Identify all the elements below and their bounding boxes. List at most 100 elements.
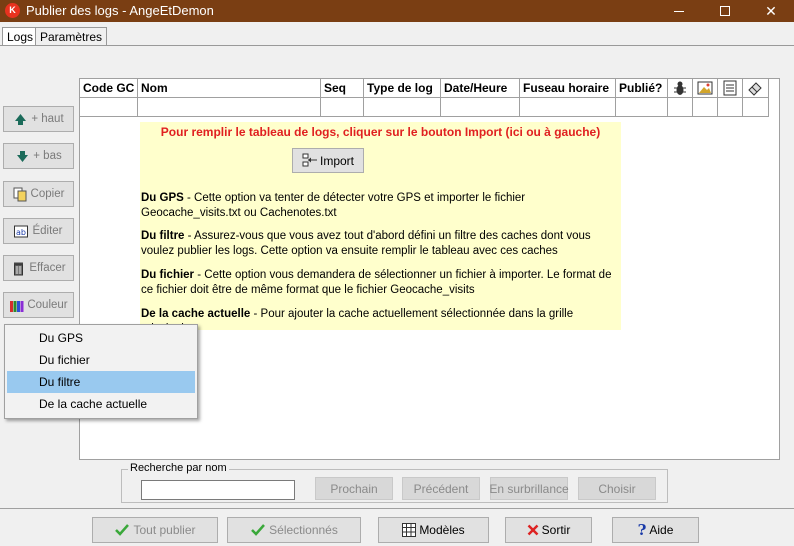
edit-label: Éditer: [32, 225, 63, 237]
color-label: Couleur: [27, 299, 68, 311]
footer-divider: [0, 508, 794, 509]
publish-all-button[interactable]: Tout publier: [92, 517, 218, 543]
maximize-button[interactable]: [702, 0, 748, 22]
templates-button[interactable]: Modèles: [378, 517, 489, 543]
delete-button[interactable]: Effacer: [3, 255, 74, 281]
menu-item-du-filtre[interactable]: Du filtre: [7, 371, 195, 393]
highlight-button[interactable]: En surbrillance: [489, 477, 569, 500]
table-cell[interactable]: [693, 98, 718, 117]
help-label: Aide: [649, 523, 674, 537]
notepad-icon: [723, 80, 737, 96]
column-date-heure[interactable]: Date/Heure: [441, 79, 520, 98]
filter-option-title: Du filtre: [141, 230, 185, 242]
exit-button[interactable]: Sortir: [505, 517, 592, 543]
file-option-text: - Cette option vous demandera de sélecti…: [141, 269, 612, 296]
table-cell[interactable]: [441, 98, 520, 117]
publish-selected-label: Sélectionnés: [269, 523, 338, 537]
table-cell[interactable]: [138, 98, 321, 117]
column-type-de-log[interactable]: Type de log: [364, 79, 441, 98]
move-up-button[interactable]: + haut: [3, 106, 74, 132]
arrow-down-icon: [17, 150, 29, 162]
minimize-icon: [674, 10, 684, 12]
column-nom[interactable]: Nom: [138, 79, 321, 98]
column-eraser[interactable]: [743, 79, 769, 98]
column-code-gc[interactable]: Code GC: [80, 79, 138, 98]
arrow-up-icon: [15, 113, 27, 125]
column-image[interactable]: [693, 79, 718, 98]
grid-icon: [402, 523, 417, 537]
minimize-button[interactable]: [656, 0, 702, 22]
search-legend: Recherche par nom: [128, 462, 229, 474]
red-x-icon: [527, 524, 539, 536]
window-title: Publier des logs - AngeEtDemon: [26, 3, 214, 18]
move-down-button[interactable]: + bas: [3, 143, 74, 169]
eraser-icon: [748, 82, 762, 96]
table-cell[interactable]: [743, 98, 769, 117]
publish-selected-button[interactable]: Sélectionnés: [227, 517, 361, 543]
table-cell[interactable]: [616, 98, 668, 117]
menu-item-du-fichier[interactable]: Du fichier: [7, 349, 195, 371]
delete-label: Effacer: [29, 262, 66, 274]
table-cell[interactable]: [80, 98, 138, 117]
move-down-label: + bas: [33, 150, 62, 162]
color-button[interactable]: Couleur: [3, 292, 74, 318]
current-cache-option-description: De la cache actuelle - Pour ajouter la c…: [141, 307, 619, 337]
edit-button[interactable]: ab Éditer: [3, 218, 74, 244]
import-button[interactable]: Import: [292, 148, 364, 173]
app-icon: K: [5, 3, 20, 18]
import-label: Import: [319, 153, 354, 168]
choose-button[interactable]: Choisir: [578, 477, 656, 500]
help-button[interactable]: ? Aide: [612, 517, 699, 543]
filter-option-text: - Assurez-vous que vous avez tout d'abor…: [141, 230, 591, 257]
table-row[interactable]: [80, 98, 769, 117]
exit-label: Sortir: [541, 523, 571, 537]
file-option-description: Du fichier - Cette option vous demandera…: [141, 268, 619, 298]
gps-option-text: - Cette option va tenter de détecter vot…: [141, 192, 526, 219]
column-notes[interactable]: [718, 79, 743, 98]
import-icon: [302, 153, 317, 167]
next-button[interactable]: Prochain: [315, 477, 393, 500]
copy-icon: [13, 187, 27, 201]
tab-divider: [0, 45, 794, 46]
checkmark-icon: [251, 524, 266, 536]
current-cache-option-title: De la cache actuelle: [141, 308, 251, 320]
table-cell[interactable]: [668, 98, 693, 117]
publish-all-label: Tout publier: [133, 523, 196, 537]
table-cell[interactable]: [364, 98, 441, 117]
table-cell[interactable]: [718, 98, 743, 117]
column-publie[interactable]: Publié?: [616, 79, 668, 98]
file-option-title: Du fichier: [141, 269, 195, 281]
crayons-icon: [10, 300, 24, 312]
menu-item-du-gps[interactable]: Du GPS: [7, 327, 195, 349]
instructions-title: Pour remplir le tableau de logs, cliquer…: [160, 125, 601, 139]
checkmark-icon: [115, 524, 130, 536]
column-fuseau-horaire[interactable]: Fuseau horaire: [520, 79, 616, 98]
gps-option-title: Du GPS: [141, 192, 184, 204]
column-bug[interactable]: [668, 79, 693, 98]
tab-logs[interactable]: Logs: [2, 27, 39, 45]
tab-parametres[interactable]: Paramètres: [35, 27, 108, 45]
column-seq[interactable]: Seq: [321, 79, 364, 98]
import-instructions: Pour remplir le tableau de logs, cliquer…: [140, 122, 621, 335]
search-input[interactable]: [141, 480, 295, 500]
previous-button[interactable]: Précédent: [402, 477, 480, 500]
menu-item-de-la-cache-actuelle[interactable]: De la cache actuelle: [7, 393, 195, 415]
table-cell[interactable]: [520, 98, 616, 117]
filter-option-description: Du filtre - Assurez-vous que vous avez t…: [141, 229, 619, 259]
maximize-icon: [720, 6, 730, 16]
table-cell[interactable]: [321, 98, 364, 117]
title-bar: K Publier des logs - AngeEtDemon ✕: [0, 0, 794, 22]
image-icon: [697, 81, 713, 95]
move-up-label: + haut: [31, 113, 64, 125]
trash-icon: [14, 262, 24, 275]
close-button[interactable]: ✕: [748, 0, 794, 22]
close-icon: ✕: [765, 2, 777, 19]
edit-text-icon: ab: [14, 225, 29, 237]
bug-icon: [674, 81, 686, 95]
import-source-menu: Du GPS Du fichier Du filtre De la cache …: [4, 324, 198, 419]
copy-button[interactable]: Copier: [3, 181, 74, 207]
help-question-icon: ?: [637, 521, 647, 539]
templates-label: Modèles: [419, 523, 465, 537]
svg-text:ab: ab: [16, 228, 26, 237]
copy-label: Copier: [30, 188, 65, 200]
